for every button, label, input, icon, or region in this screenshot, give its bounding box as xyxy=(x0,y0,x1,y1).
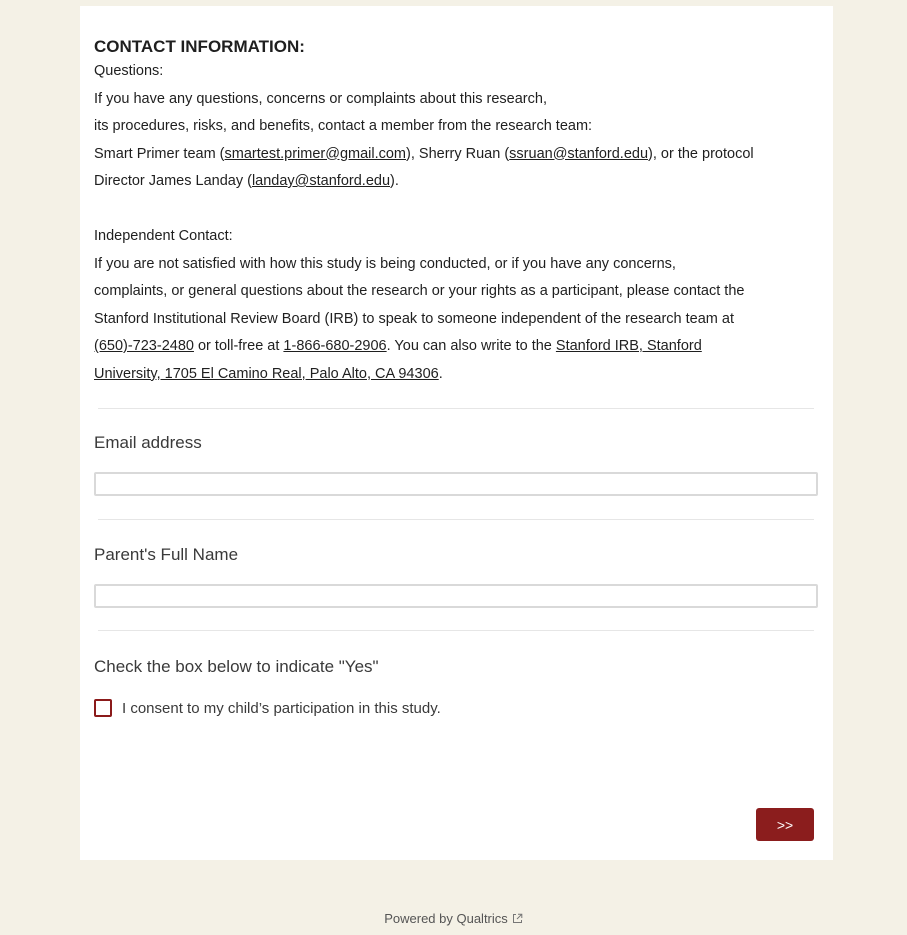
powered-by-text: Powered by Qualtrics xyxy=(384,911,508,926)
address-suffix-text: . xyxy=(438,365,443,382)
smart-primer-email-link[interactable]: smartest.primer@gmail.com xyxy=(225,146,407,162)
question-divider xyxy=(98,408,814,409)
independent-line-1: If you are not satisfied with how this s… xyxy=(94,255,676,272)
contact-paragraph: Questions: If you have any questions, co… xyxy=(94,58,824,388)
questions-label: Questions: xyxy=(94,63,164,79)
director-suffix-text: ). xyxy=(390,173,399,189)
survey-card: CONTACT INFORMATION: Questions: If you h… xyxy=(80,6,833,860)
tollfree-phone-link[interactable]: 1-866-680-2906 xyxy=(283,338,386,354)
independent-contact-label: Independent Contact: xyxy=(94,228,233,244)
director-line: Director James Landay (landay@stanford.e… xyxy=(94,168,824,196)
independent-line-2: complaints, or general questions about t… xyxy=(94,283,745,299)
email-field[interactable] xyxy=(94,472,818,496)
question-divider xyxy=(98,630,814,631)
footer: Powered by Qualtrics xyxy=(0,911,907,927)
contact-heading: CONTACT INFORMATION: xyxy=(94,37,305,56)
research-team-line: Smart Primer team (smartest.primer@gmail… xyxy=(94,141,824,169)
independent-line-3: Stanford Institutional Review Board (IRB… xyxy=(94,310,734,327)
address-line: University, 1705 El Camino Real, Palo Al… xyxy=(94,361,824,389)
email-question-label: Email address xyxy=(94,433,202,452)
parent-name-question-label: Parent's Full Name xyxy=(94,545,239,564)
consent-question-label: Check the box below to indicate "Yes" xyxy=(94,657,379,676)
james-landay-email-link[interactable]: landay@stanford.edu xyxy=(252,173,390,189)
questions-line-1: If you have any questions, concerns or c… xyxy=(94,90,547,107)
consent-checkbox-label[interactable]: I consent to my child’s participation in… xyxy=(122,700,441,717)
powered-by-qualtrics-link[interactable]: Powered by Qualtrics xyxy=(384,911,523,926)
consent-checkbox[interactable] xyxy=(94,699,112,717)
tollfree-text: or toll-free at xyxy=(193,338,284,354)
director-prefix-text: Director James Landay ( xyxy=(94,173,252,189)
protocol-text: ), or the protocol xyxy=(648,145,754,162)
question-divider xyxy=(98,519,814,520)
team-prefix-text: Smart Primer team ( xyxy=(94,145,225,162)
contact-information-block: CONTACT INFORMATION: Questions: If you h… xyxy=(94,36,824,388)
write-text: . You can also write to the xyxy=(386,338,556,354)
next-button[interactable]: >> xyxy=(756,808,814,841)
sherry-prefix-text: ), Sherry Ruan ( xyxy=(406,145,510,162)
irb-address-link-part-2[interactable]: University, 1705 El Camino Real, Palo Al… xyxy=(94,366,439,382)
external-link-icon xyxy=(512,912,523,927)
questions-line-2: its procedures, risks, and benefits, con… xyxy=(94,118,593,134)
consent-option[interactable]: I consent to my child’s participation in… xyxy=(94,699,441,717)
sherry-ruan-email-link[interactable]: ssruan@stanford.edu xyxy=(509,146,648,162)
phone-line: (650)-723-2480 or toll-free at 1-866-680… xyxy=(94,333,824,361)
parent-full-name-field[interactable] xyxy=(94,584,818,608)
irb-address-link-part-1[interactable]: Stanford IRB, Stanford xyxy=(556,338,702,354)
irb-phone-link[interactable]: (650)-723-2480 xyxy=(94,338,194,354)
